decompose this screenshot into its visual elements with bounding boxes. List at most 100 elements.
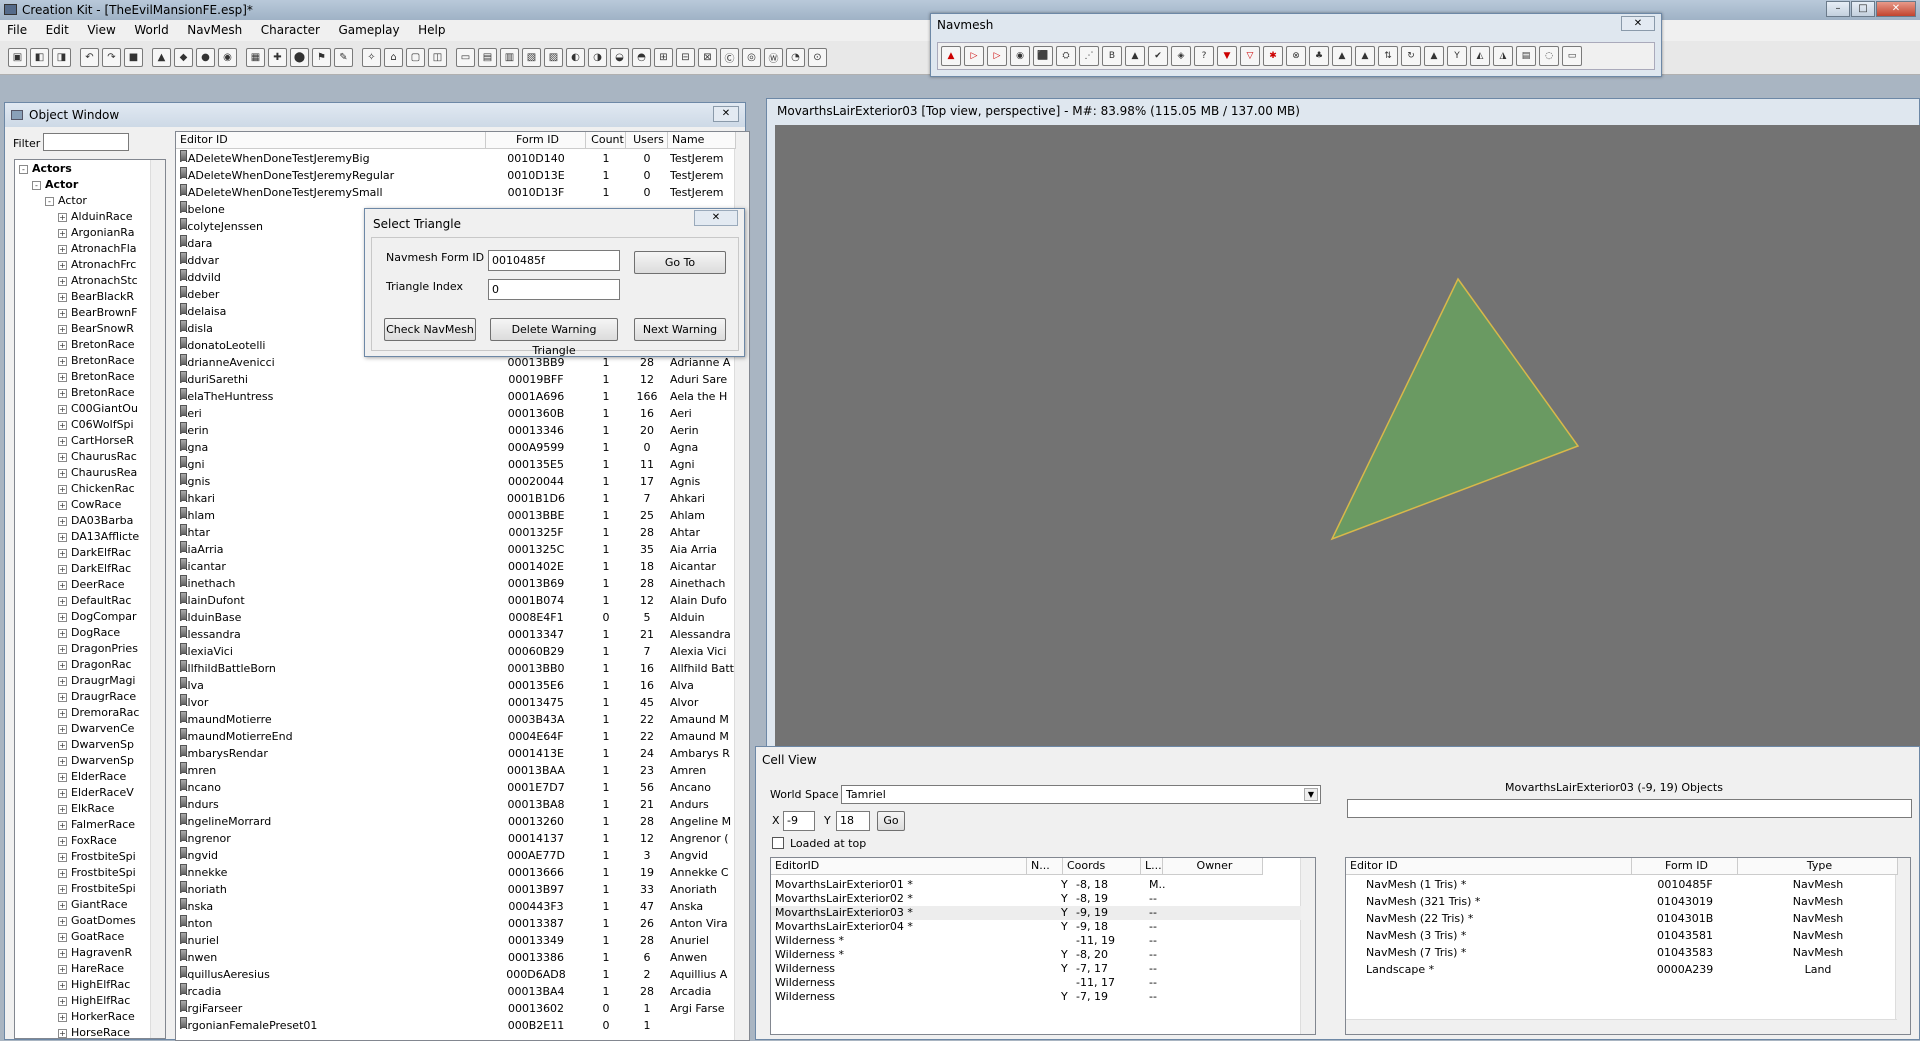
list-row[interactable]: AlainDufont 0001B074 1 12 Alain Dufo xyxy=(176,592,736,609)
tree-expander-icon[interactable]: + xyxy=(58,948,67,958)
list-row[interactable]: Anska 000443F3 1 47 Anska xyxy=(176,898,736,915)
column-header[interactable]: Editor ID xyxy=(1346,858,1632,875)
toolbar-tool-icon[interactable]: Ⓦ xyxy=(764,48,783,67)
toolbar-tool-icon[interactable]: ▥ xyxy=(500,48,519,67)
toolbar-tool-icon[interactable]: ✚ xyxy=(268,48,287,67)
tree-node[interactable]: + HareRace xyxy=(58,962,124,975)
toolbar-tool-icon[interactable]: ◧ xyxy=(30,48,49,67)
tree-node[interactable]: + HighElfRac xyxy=(58,978,130,991)
cells-table[interactable]: EditorID N... Coords L... Owner MovarthsLairE… xyxy=(770,857,1316,1035)
navmesh-tool-icon[interactable]: ▭ xyxy=(1562,46,1582,66)
list-row[interactable]: Agnis 00020044 1 17 Agnis xyxy=(176,473,736,490)
tree-node[interactable]: + DarkElfRac xyxy=(58,546,131,559)
object-row[interactable]: NavMesh (22 Tris) * 0104301B NavMesh xyxy=(1346,912,1896,926)
navmesh-tool-icon[interactable]: ▤ xyxy=(1516,46,1536,66)
navmesh-tool-icon[interactable]: ▲ xyxy=(1355,46,1375,66)
navmesh-tool-icon[interactable]: B xyxy=(1102,46,1122,66)
close-button[interactable]: ✕ xyxy=(1876,1,1916,17)
tree-node[interactable]: - Actor xyxy=(45,194,87,207)
list-row[interactable]: Ancano 0001E7D7 1 56 Ancano xyxy=(176,779,736,796)
tree-expander-icon[interactable]: + xyxy=(58,308,67,318)
list-row[interactable]: Aicantar 0001402E 1 18 Aicantar xyxy=(176,558,736,575)
toolbar-tool-icon[interactable]: ◑ xyxy=(588,48,607,67)
tree-node[interactable]: + GoatRace xyxy=(58,930,124,943)
tree-expander-icon[interactable]: + xyxy=(58,452,67,462)
tree-expander-icon[interactable]: + xyxy=(58,468,67,478)
navmesh-tool-icon[interactable]: ♣ xyxy=(1309,46,1329,66)
tree-expander-icon[interactable]: + xyxy=(58,628,67,638)
tree-expander-icon[interactable]: + xyxy=(58,756,67,766)
list-row[interactable]: Amren 00013BAA 1 23 Amren xyxy=(176,762,736,779)
tree-expander-icon[interactable]: + xyxy=(58,500,67,510)
tree-node[interactable]: + DA03Barba xyxy=(58,514,133,527)
column-header[interactable]: EditorID xyxy=(771,858,1027,875)
tree-node[interactable]: + DogRace xyxy=(58,626,120,639)
column-header[interactable]: Users xyxy=(626,132,668,149)
toolbar-tool-icon[interactable]: ◔ xyxy=(786,48,805,67)
tree-expander-icon[interactable]: + xyxy=(58,212,67,222)
list-row[interactable]: Alessandra 00013347 1 21 Alessandra xyxy=(176,626,736,643)
tree-node[interactable]: + DraugrMagi xyxy=(58,674,135,687)
tree-node[interactable]: + ChaurusRac xyxy=(58,450,137,463)
toolbar-tool-icon[interactable]: ◎ xyxy=(742,48,761,67)
list-row[interactable]: Anoriath 00013B97 1 33 Anoriath xyxy=(176,881,736,898)
loaded-at-top-checkbox[interactable] xyxy=(772,837,784,849)
toolbar-tool-icon[interactable]: ⊞ xyxy=(654,48,673,67)
toolbar-tool-icon[interactable]: ◫ xyxy=(428,48,447,67)
tree-expander-icon[interactable]: + xyxy=(58,692,67,702)
tree-node[interactable]: + DraugrRace xyxy=(58,690,136,703)
column-header[interactable]: Coords xyxy=(1063,858,1141,875)
navmesh-tool-icon[interactable]: ▷ xyxy=(964,46,984,66)
list-row[interactable]: Ahkari 0001B1D6 1 7 Ahkari xyxy=(176,490,736,507)
tree-expander-icon[interactable]: + xyxy=(58,852,67,862)
tree-expander-icon[interactable]: + xyxy=(58,868,67,878)
cell-row[interactable]: Wilderness * -11, 19 -- xyxy=(771,934,1301,948)
tree-node[interactable]: + ElderRace xyxy=(58,770,126,783)
list-row[interactable]: AmaundMotierre 0003B43A 1 22 Amaund M xyxy=(176,711,736,728)
tree-node[interactable]: + C00GiantOu xyxy=(58,402,138,415)
navmesh-tool-icon[interactable]: ◈ xyxy=(1171,46,1191,66)
tree-expander-icon[interactable]: + xyxy=(58,836,67,846)
list-row[interactable]: AiaArria 0001325C 1 35 Aia Arria xyxy=(176,541,736,558)
tree-expander-icon[interactable]: + xyxy=(58,324,67,334)
tree-node[interactable]: + FrostbiteSpi xyxy=(58,866,136,879)
navmesh-tool-icon[interactable]: ◮ xyxy=(1493,46,1513,66)
tree-node[interactable]: + GiantRace xyxy=(58,898,128,911)
menu-edit[interactable]: Edit xyxy=(39,20,77,37)
tree-expander-icon[interactable]: + xyxy=(58,612,67,622)
object-row[interactable]: NavMesh (1 Tris) * 0010485F NavMesh xyxy=(1346,878,1896,892)
tree-expander-icon[interactable]: + xyxy=(58,260,67,270)
tree-expander-icon[interactable]: + xyxy=(58,916,67,926)
menu-file[interactable]: File xyxy=(0,20,35,37)
column-header[interactable]: Count xyxy=(586,132,626,149)
tree-node[interactable]: + BearBlackR xyxy=(58,290,134,303)
object-row[interactable]: Landscape * 0000A239 Land xyxy=(1346,963,1896,977)
list-row[interactable]: Arcadia 00013BA4 1 28 Arcadia xyxy=(176,983,736,1000)
toolbar-tool-icon[interactable]: ✎ xyxy=(334,48,353,67)
objects-filter-input[interactable] xyxy=(1347,799,1912,818)
list-row[interactable]: AADeleteWhenDoneTestJeremyRegular 0010D13… xyxy=(176,167,736,184)
navmesh-tool-icon[interactable]: ▽ xyxy=(1240,46,1260,66)
tree-node[interactable]: + ArgonianRa xyxy=(58,226,134,239)
tree-expander-icon[interactable]: + xyxy=(58,1028,67,1038)
list-row[interactable]: AngelineMorrard 00013260 1 28 Angeline M xyxy=(176,813,736,830)
navmesh-tool-icon[interactable]: ↻ xyxy=(1401,46,1421,66)
tree-expander-icon[interactable]: + xyxy=(58,884,67,894)
menu-navmesh[interactable]: NavMesh xyxy=(180,20,250,37)
tree-expander-icon[interactable]: + xyxy=(58,660,67,670)
tree-node[interactable]: + ElkRace xyxy=(58,802,114,815)
list-row[interactable]: Agni 000135E5 1 11 Agni xyxy=(176,456,736,473)
tree-expander-icon[interactable]: + xyxy=(58,932,67,942)
list-row[interactable]: ArgonianFemalePreset01 000B2E11 0 1 xyxy=(176,1017,736,1034)
toolbar-tool-icon[interactable]: ▲ xyxy=(152,48,171,67)
column-header[interactable]: Type xyxy=(1738,858,1898,875)
navmesh-tool-icon[interactable]: ▲ xyxy=(1424,46,1444,66)
tree-expander-icon[interactable]: + xyxy=(58,564,67,574)
object-row[interactable]: NavMesh (7 Tris) * 01043583 NavMesh xyxy=(1346,946,1896,960)
tree-expander-icon[interactable]: + xyxy=(58,356,67,366)
toolbar-tool-icon[interactable]: ↶ xyxy=(80,48,99,67)
toolbar-tool-icon[interactable]: ◆ xyxy=(174,48,193,67)
list-row[interactable]: Agna 000A9599 1 0 Agna xyxy=(176,439,736,456)
x-input[interactable]: -9 xyxy=(783,811,815,831)
tree-node[interactable]: + GoatDomes xyxy=(58,914,136,927)
